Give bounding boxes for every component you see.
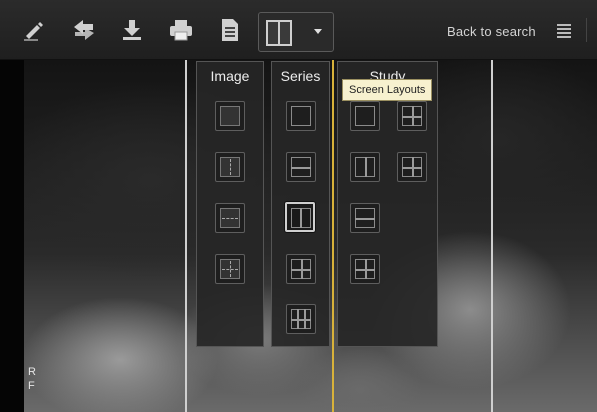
column-title: Series xyxy=(280,68,321,84)
series-layout-1x2-selected[interactable] xyxy=(285,202,315,232)
study-layout-1x1[interactable] xyxy=(350,101,380,131)
study-layout-2x1[interactable] xyxy=(350,203,380,233)
series-layout-2x2[interactable] xyxy=(286,254,316,284)
chevron-down-icon xyxy=(314,29,322,34)
series-layout-1x1[interactable] xyxy=(286,101,316,131)
list-icon[interactable] xyxy=(557,24,571,38)
toolbar-divider xyxy=(586,18,587,42)
series-layouts-column: Series xyxy=(271,61,330,347)
back-to-search-link[interactable]: Back to search xyxy=(447,24,536,39)
study-layouts-column: Study xyxy=(337,61,438,347)
screen-layouts-tooltip: Screen Layouts xyxy=(342,79,433,101)
image-layout-2x1[interactable] xyxy=(215,203,245,233)
image-layout-2x2[interactable] xyxy=(215,254,245,284)
study-layout-1x2[interactable] xyxy=(350,152,380,182)
study-layout-2x2-c[interactable] xyxy=(350,254,380,284)
viewport-divider[interactable] xyxy=(185,60,187,412)
toolbar: Back to search xyxy=(0,0,597,60)
column-title: Image xyxy=(210,68,250,84)
download-icon[interactable] xyxy=(118,16,146,44)
orientation-label: F xyxy=(28,380,35,392)
single-split-layout-icon xyxy=(266,20,292,46)
study-layout-2x2-b[interactable] xyxy=(397,152,427,182)
annotate-icon[interactable] xyxy=(20,16,48,44)
sync-icon[interactable] xyxy=(70,16,98,44)
viewport-divider[interactable] xyxy=(491,60,493,412)
image-layouts-column: Image xyxy=(196,61,264,347)
series-layout-2x3[interactable] xyxy=(286,304,316,334)
study-layout-2x2-a[interactable] xyxy=(397,101,427,131)
viewer-edge xyxy=(0,60,24,412)
image-layout-1x2[interactable] xyxy=(215,152,245,182)
series-layout-2x1[interactable] xyxy=(286,152,316,182)
active-viewport-divider[interactable] xyxy=(332,60,334,412)
print-icon[interactable] xyxy=(167,16,195,44)
document-icon[interactable] xyxy=(216,16,244,44)
image-layout-1x1[interactable] xyxy=(215,101,245,131)
screen-layouts-dropdown[interactable] xyxy=(258,12,334,52)
orientation-label: R xyxy=(28,366,36,378)
